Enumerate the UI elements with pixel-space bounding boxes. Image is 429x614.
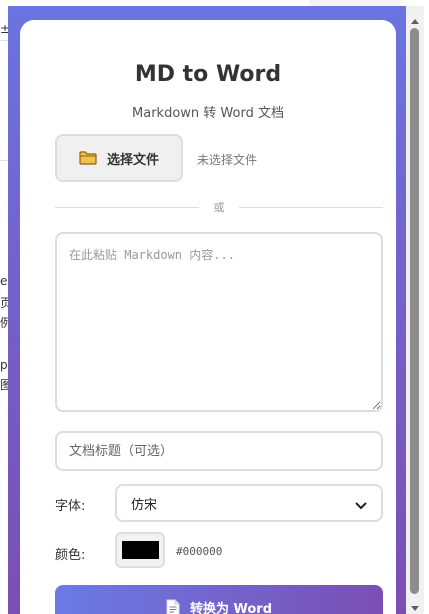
- markdown-textarea[interactable]: [55, 232, 383, 412]
- color-hex-value: #000000: [176, 545, 223, 558]
- font-select-value: 仿宋: [131, 497, 158, 513]
- color-swatch-fill: [122, 541, 159, 559]
- file-status-text: 未选择文件: [197, 153, 258, 167]
- extension-popup: MD to Word Markdown 转 Word 文档 选择文件 未选择文件…: [8, 6, 406, 614]
- choose-file-label: 选择文件: [106, 152, 159, 168]
- document-title-input[interactable]: [55, 431, 383, 471]
- vertical-scrollbar[interactable]: [406, 6, 424, 614]
- scrollbar-thumb[interactable]: [410, 28, 419, 594]
- app-title: MD to Word: [134, 62, 282, 87]
- chevron-down-icon: [355, 499, 367, 510]
- converter-card: MD to Word Markdown 转 Word 文档 选择文件 未选择文件…: [20, 20, 396, 614]
- convert-to-word-button[interactable]: 转换为 Word: [55, 585, 383, 614]
- bg-text-fragment: p: [0, 358, 8, 372]
- color-picker[interactable]: [115, 532, 165, 568]
- font-select[interactable]: 仿宋: [115, 484, 383, 522]
- convert-label: 转换为 Word: [189, 601, 273, 614]
- or-divider: 或: [55, 198, 383, 216]
- folder-icon: [79, 151, 97, 165]
- bg-text-fragment: e: [0, 274, 8, 288]
- color-label: 颜色:: [55, 548, 86, 563]
- app-subtitle: Markdown 转 Word 文档: [132, 106, 284, 121]
- font-label: 字体:: [55, 499, 86, 514]
- document-icon: [166, 599, 180, 614]
- scroll-up-arrow-icon[interactable]: [410, 12, 420, 24]
- choose-file-button[interactable]: 选择文件: [55, 134, 183, 182]
- divider-line-right: [239, 207, 383, 208]
- scroll-down-arrow-icon[interactable]: [410, 598, 420, 611]
